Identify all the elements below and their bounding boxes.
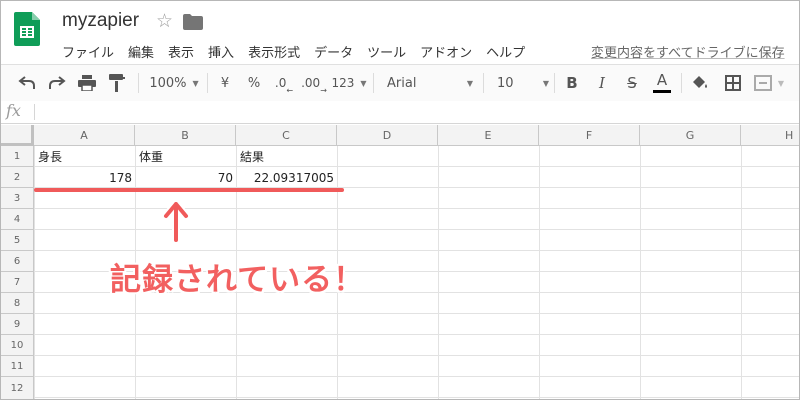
row-header-2[interactable]: 2 <box>1 167 34 188</box>
row-header-4[interactable]: 4 <box>1 209 34 230</box>
dropdown-arrow-icon: ▼ <box>466 78 473 88</box>
decrease-decimal-button[interactable]: .0 ← <box>271 65 297 101</box>
cell-b1[interactable]: 体重 <box>136 147 236 168</box>
paint-format-icon[interactable] <box>105 65 129 101</box>
cell-b2[interactable]: 70 <box>136 168 236 189</box>
cell-a1[interactable]: 身長 <box>35 147 135 168</box>
text-color-button[interactable]: A <box>651 65 673 101</box>
font-size-value: 10 <box>497 75 514 91</box>
toolbar-separator <box>483 73 484 93</box>
dropdown-arrow-icon: ▼ <box>777 78 785 88</box>
arrow-right-icon: → <box>320 85 327 95</box>
menu-insert[interactable]: 挿入 <box>208 42 234 61</box>
font-family-value: Arial <box>387 75 417 91</box>
dropdown-arrow-icon: ▼ <box>360 78 367 88</box>
italic-button[interactable]: I <box>591 65 613 101</box>
bold-button[interactable]: B <box>561 65 583 101</box>
toolbar-separator <box>373 73 374 93</box>
formula-bar-separator <box>34 104 35 120</box>
toolbar-separator <box>207 73 208 93</box>
decrease-decimal-label: .0 <box>274 76 287 90</box>
dropdown-arrow-icon: ▼ <box>542 78 549 88</box>
text-color-swatch <box>653 90 671 93</box>
menu-format[interactable]: 表示形式 <box>248 42 300 61</box>
increase-decimal-button[interactable]: .00 → <box>301 65 327 101</box>
formula-input[interactable] <box>41 103 791 121</box>
menu-help[interactable]: ヘルプ <box>486 42 525 61</box>
column-header-e[interactable]: E <box>438 125 539 146</box>
row-header-9[interactable]: 9 <box>1 314 34 335</box>
menu-view[interactable]: 表示 <box>168 42 194 61</box>
menu-file[interactable]: ファイル <box>62 42 114 61</box>
toolbar-separator <box>681 73 682 93</box>
select-all-corner[interactable] <box>1 125 34 146</box>
borders-icon[interactable] <box>721 65 745 101</box>
font-family-select[interactable]: Arial ▼ <box>381 65 473 101</box>
menu-edit[interactable]: 編集 <box>128 42 154 61</box>
column-header-c[interactable]: C <box>236 125 337 146</box>
percent-format-button[interactable]: % <box>243 65 265 101</box>
toolbar-separator <box>138 73 139 93</box>
fx-icon: fx <box>6 101 21 120</box>
merge-cells-icon[interactable]: ▼ <box>751 65 787 101</box>
column-header-a[interactable]: A <box>34 125 135 146</box>
cell-a2[interactable]: 178 <box>35 168 135 189</box>
redo-icon[interactable] <box>45 65 69 101</box>
menu-bar: ファイル 編集 表示 挿入 表示形式 データ ツール アドオン ヘルプ <box>62 42 539 61</box>
more-formats-label: 123 <box>331 76 355 90</box>
text-color-label: A <box>656 71 668 89</box>
column-header-b[interactable]: B <box>135 125 236 146</box>
annotation-underline <box>34 188 344 192</box>
toolbar-separator <box>554 73 555 93</box>
fill-color-icon[interactable] <box>689 65 713 101</box>
more-formats-button[interactable]: 123 ▼ <box>331 65 367 101</box>
column-header-g[interactable]: G <box>640 125 741 146</box>
cell-c1[interactable]: 結果 <box>237 147 337 168</box>
undo-icon[interactable] <box>15 65 39 101</box>
cell-c2[interactable]: 22.09317005 <box>237 168 337 189</box>
google-sheets-logo-icon[interactable] <box>14 12 40 46</box>
print-icon[interactable] <box>75 65 99 101</box>
spreadsheet-window: myzapier ☆ ファイル 編集 表示 挿入 表示形式 データ ツール アド… <box>0 0 800 400</box>
currency-format-button[interactable]: ¥ <box>214 65 236 101</box>
dropdown-arrow-icon: ▼ <box>192 78 199 88</box>
row-header-10[interactable]: 10 <box>1 335 34 356</box>
row-header-3[interactable]: 3 <box>1 188 34 209</box>
menu-addons[interactable]: アドオン <box>420 42 472 61</box>
font-size-select[interactable]: 10 ▼ <box>491 65 549 101</box>
up-arrow-icon <box>163 202 189 242</box>
document-title[interactable]: myzapier <box>62 10 139 32</box>
zoom-select[interactable]: 100% ▼ <box>148 65 200 101</box>
row-header-5[interactable]: 5 <box>1 230 34 251</box>
row-header-1[interactable]: 1 <box>1 146 34 167</box>
zoom-value: 100% <box>149 75 187 91</box>
increase-decimal-label: .00 <box>301 76 321 90</box>
column-header-h[interactable]: H <box>741 125 799 146</box>
formula-bar: fx <box>1 101 799 124</box>
column-header-d[interactable]: D <box>337 125 438 146</box>
menu-data[interactable]: データ <box>314 42 353 61</box>
arrow-left-icon: ← <box>286 85 294 95</box>
row-header-7[interactable]: 7 <box>1 272 34 293</box>
row-header-12[interactable]: 12 <box>1 377 34 399</box>
star-icon[interactable]: ☆ <box>156 10 173 32</box>
save-status-link[interactable]: 変更内容をすべてドライブに保存 <box>591 42 785 61</box>
row-header-6[interactable]: 6 <box>1 251 34 272</box>
annotation-text: 記録されている！ <box>110 262 366 298</box>
column-header-f[interactable]: F <box>539 125 640 146</box>
row-header-8[interactable]: 8 <box>1 293 34 314</box>
menu-tools[interactable]: ツール <box>367 42 406 61</box>
toolbar: 100% ▼ ¥ % .0 ← .00 → 123 ▼ Arial ▼ 10 ▼ B I S… <box>1 64 799 102</box>
strikethrough-button[interactable]: S <box>621 65 643 101</box>
folder-icon[interactable] <box>183 14 203 30</box>
row-header-11[interactable]: 11 <box>1 356 34 377</box>
